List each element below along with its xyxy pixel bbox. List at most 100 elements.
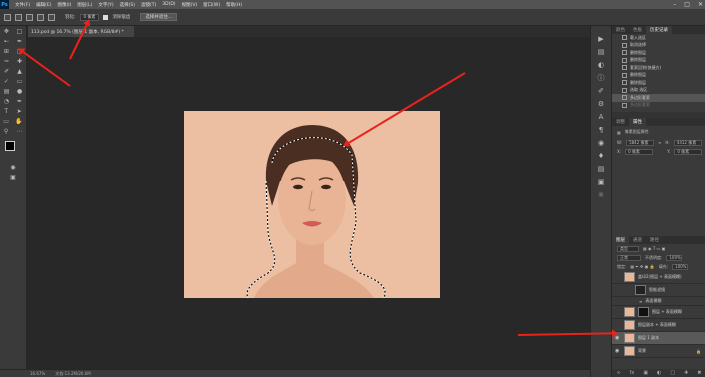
tab-paths[interactable]: 路径 bbox=[646, 236, 663, 244]
intersect-selection-icon[interactable] bbox=[48, 13, 55, 21]
menu-select[interactable]: 选择(S) bbox=[120, 2, 135, 8]
blur-tool-icon[interactable]: ● bbox=[17, 88, 22, 95]
adjustments-icon[interactable]: ◐ bbox=[591, 58, 611, 71]
screen-mode-icon[interactable]: ▣ bbox=[10, 174, 16, 181]
tab-swatches[interactable]: 色板 bbox=[629, 26, 646, 34]
layer-row[interactable]: 智能滤镜 bbox=[612, 284, 705, 297]
eyedropper-tool-icon[interactable]: ✑ bbox=[4, 58, 9, 65]
subtract-selection-icon[interactable] bbox=[37, 13, 44, 21]
brush-settings-icon[interactable]: ✐ bbox=[591, 84, 611, 97]
menu-window[interactable]: 窗口(W) bbox=[203, 2, 220, 8]
menu-3d[interactable]: 3D(D) bbox=[162, 2, 175, 7]
pen-tool-icon[interactable]: ✒ bbox=[17, 98, 22, 105]
clone-source-icon[interactable]: ◉ bbox=[591, 136, 611, 149]
menu-image[interactable]: 图像(I) bbox=[57, 2, 71, 8]
layer-row[interactable]: 盖印2(图层 + 表面模糊) bbox=[612, 271, 705, 284]
history-item[interactable]: 删除图层 bbox=[612, 72, 705, 80]
group-icon[interactable]: □ bbox=[670, 370, 675, 376]
layer-row[interactable]: 图层 + 表面模糊 bbox=[612, 306, 705, 319]
move-tool-icon[interactable]: ✥ bbox=[4, 28, 9, 35]
add-selection-icon[interactable] bbox=[26, 13, 33, 21]
styles-icon[interactable]: ♦ bbox=[591, 149, 611, 162]
character-icon[interactable]: A bbox=[591, 110, 611, 123]
y-field[interactable]: 0 像素 bbox=[674, 148, 703, 155]
link-layers-icon[interactable]: ∞ bbox=[616, 370, 620, 376]
height-field[interactable]: 4412 像素 bbox=[673, 139, 702, 146]
close-icon[interactable]: ✕ bbox=[698, 1, 703, 8]
zoom-tool-icon[interactable]: ⚲ bbox=[4, 128, 8, 135]
trash-icon[interactable]: ✖ bbox=[697, 370, 701, 376]
photoshop-logo[interactable]: Ps bbox=[0, 0, 9, 9]
adjustment-layer-icon[interactable]: ◐ bbox=[657, 370, 661, 376]
lasso-tool-icon[interactable]: ➸ bbox=[4, 38, 9, 45]
history-item[interactable]: 删除图层 bbox=[612, 49, 705, 57]
foreground-color-swatch[interactable] bbox=[5, 141, 15, 151]
select-and-mask-button[interactable]: 选择并遮住... bbox=[140, 13, 178, 21]
tab-layers[interactable]: 图层 bbox=[612, 236, 629, 244]
menu-edit[interactable]: 编辑(E) bbox=[36, 2, 51, 8]
new-selection-icon[interactable] bbox=[15, 13, 22, 21]
quick-select-tool-icon[interactable]: ✒ bbox=[17, 38, 22, 45]
layer-row-selected[interactable]: ◉ 图层 1 副本 bbox=[612, 332, 705, 345]
layer-comps-icon[interactable]: ▣ bbox=[591, 175, 611, 188]
new-layer-icon[interactable]: ✚ bbox=[684, 370, 688, 376]
history-item[interactable]: 多边形套索 bbox=[612, 102, 705, 110]
history-item[interactable]: 删除图层 bbox=[612, 57, 705, 65]
menu-type[interactable]: 文字(Y) bbox=[98, 2, 113, 8]
healing-brush-tool-icon[interactable]: ✚ bbox=[17, 58, 22, 65]
type-tool-icon[interactable]: T bbox=[4, 108, 8, 115]
filter-icons[interactable]: ▦ ◉ T ▭ ▣ bbox=[643, 246, 665, 251]
libraries-icon[interactable]: ▤ bbox=[591, 162, 611, 175]
portrait-image[interactable] bbox=[184, 111, 440, 298]
add-mask-icon[interactable]: ▣ bbox=[643, 370, 648, 376]
tab-color[interactable]: 颜色 bbox=[612, 26, 629, 34]
stamp-tool-icon[interactable]: ▲ bbox=[17, 68, 22, 75]
marquee-tool-icon[interactable]: □ bbox=[16, 28, 22, 35]
history-item[interactable]: 套索回到(快捷方) bbox=[612, 64, 705, 72]
paragraph-icon[interactable]: ¶ bbox=[591, 123, 611, 136]
brush-tool-icon[interactable]: ✐ bbox=[4, 68, 9, 75]
history-item[interactable]: 取消选择 bbox=[612, 42, 705, 50]
opacity-field[interactable]: 100% bbox=[666, 254, 683, 261]
x-field[interactable]: 0 像素 bbox=[625, 148, 654, 155]
info-icon[interactable]: ⓘ bbox=[591, 71, 611, 84]
layer-row[interactable]: ≡ 表面模糊 bbox=[612, 297, 705, 306]
tab-channels[interactable]: 通道 bbox=[629, 236, 646, 244]
gradient-tool-icon[interactable]: ▤ bbox=[4, 88, 10, 95]
play-icon[interactable]: ▶ bbox=[591, 32, 611, 45]
maximize-icon[interactable]: □ bbox=[684, 1, 690, 8]
lock-icons[interactable]: ▦ ✒ ✥ ▣ 🔒 bbox=[630, 264, 654, 269]
hand-tool-icon[interactable]: ✋ bbox=[15, 118, 22, 125]
fx-icon[interactable]: fx bbox=[630, 370, 635, 376]
brush-presets-icon[interactable]: ⚙ bbox=[591, 97, 611, 110]
minimize-icon[interactable]: – bbox=[673, 1, 676, 8]
tab-properties[interactable]: 属性 bbox=[629, 118, 646, 126]
navigator-icon[interactable]: ☼ bbox=[591, 188, 611, 201]
shape-tool-icon[interactable]: ▭ bbox=[3, 118, 9, 125]
history-item[interactable]: 删除图层 bbox=[612, 79, 705, 87]
tab-adjustments[interactable]: 调整 bbox=[612, 118, 629, 126]
layer-row[interactable]: 图层副本 + 表面模糊 bbox=[612, 319, 705, 332]
layer-row[interactable]: ◉ 背景 🔒 bbox=[612, 345, 705, 358]
menu-help[interactable]: 帮助(H) bbox=[226, 2, 242, 8]
menu-view[interactable]: 视图(V) bbox=[182, 2, 198, 8]
blend-mode-select[interactable]: 正常 bbox=[617, 254, 641, 261]
history-icon[interactable]: ▤ bbox=[591, 45, 611, 58]
dodge-tool-icon[interactable]: ◔ bbox=[4, 98, 9, 105]
layer-mask-thumbnail[interactable] bbox=[638, 307, 649, 317]
crop-tool-icon[interactable]: ⊞ bbox=[4, 48, 9, 55]
link-icon[interactable]: ∞ bbox=[658, 140, 661, 145]
eraser-tool-icon[interactable]: ▭ bbox=[16, 78, 22, 85]
zoom-level[interactable]: 16.67% bbox=[30, 371, 45, 376]
layer-kind-filter[interactable]: 类型 bbox=[617, 245, 639, 252]
path-select-tool-icon[interactable]: ➤ bbox=[17, 108, 22, 115]
quick-mask-icon[interactable]: ◉ bbox=[10, 164, 15, 171]
more-tools-icon[interactable]: ⋯ bbox=[16, 128, 22, 135]
history-item-current[interactable]: 多边形套索 bbox=[612, 94, 705, 102]
menu-filter[interactable]: 滤镜(T) bbox=[141, 2, 156, 8]
history-brush-tool-icon[interactable]: ✓ bbox=[4, 78, 9, 85]
menu-file[interactable]: 文件(F) bbox=[15, 2, 30, 8]
history-item[interactable]: 载入选区 bbox=[612, 34, 705, 42]
lasso-tool-preset-icon[interactable] bbox=[4, 13, 11, 21]
eye-icon[interactable]: ◉ bbox=[615, 348, 621, 354]
